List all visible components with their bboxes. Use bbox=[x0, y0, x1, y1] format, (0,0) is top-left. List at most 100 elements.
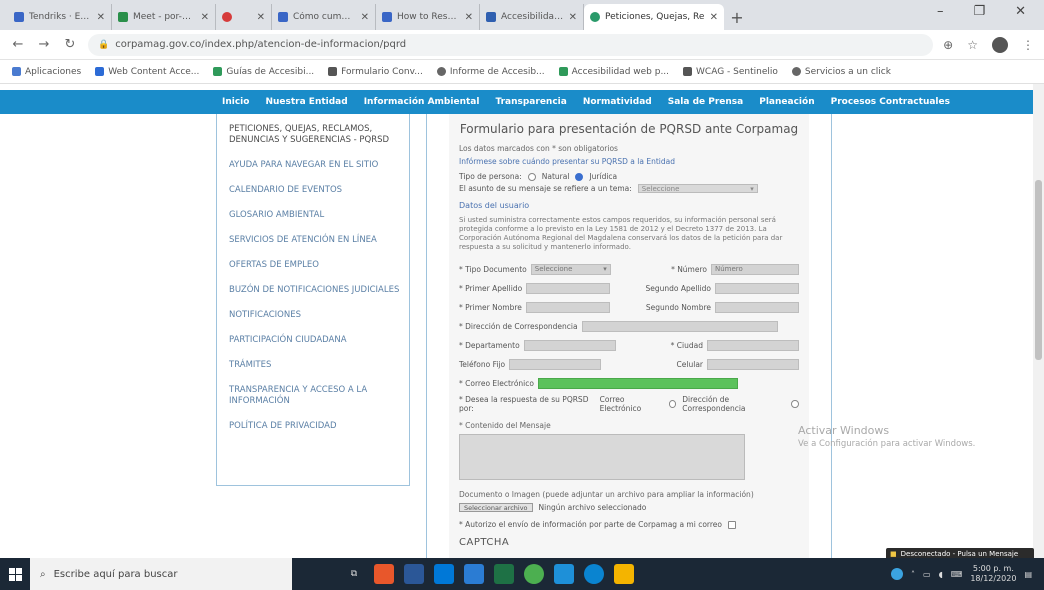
address-bar[interactable]: 🔒 corpamag.gov.co/index.php/atencion-de-… bbox=[88, 33, 934, 56]
close-icon[interactable]: ✕ bbox=[569, 12, 577, 23]
keyboard-icon[interactable]: ⌨ bbox=[951, 570, 963, 579]
nav-item[interactable]: Transparencia bbox=[495, 97, 566, 107]
new-tab-button[interactable]: + bbox=[724, 4, 750, 30]
sidebar-item[interactable]: Ofertas de empleo bbox=[229, 260, 401, 271]
department-select[interactable] bbox=[523, 339, 616, 351]
radio-email[interactable] bbox=[668, 400, 677, 408]
sidebar-item[interactable]: Política de privacidad bbox=[229, 421, 401, 432]
close-icon[interactable]: ✕ bbox=[257, 12, 265, 23]
consent-checkbox[interactable] bbox=[728, 520, 736, 529]
notifications-icon[interactable]: ▤ bbox=[1024, 570, 1032, 579]
message-textarea[interactable] bbox=[459, 434, 745, 480]
close-window-icon[interactable]: ✕ bbox=[1015, 4, 1026, 19]
first-name-input[interactable] bbox=[525, 301, 610, 313]
menu-kebab-icon[interactable]: ⋮ bbox=[1022, 38, 1034, 52]
first-surname-input[interactable] bbox=[526, 282, 611, 294]
people-icon[interactable] bbox=[891, 568, 903, 580]
bookmark-item[interactable]: Servicios a un click bbox=[791, 67, 891, 77]
email-input[interactable] bbox=[537, 377, 738, 389]
doc-number-input[interactable]: Número bbox=[711, 263, 799, 275]
page-scrollbar[interactable] bbox=[1033, 84, 1044, 558]
taskbar-clock[interactable]: 5:00 p. m. 18/12/2020 bbox=[970, 564, 1016, 584]
doc-type-select[interactable]: Seleccione ▾ bbox=[530, 263, 611, 275]
sidebar-item[interactable]: Ayuda para navegar en el sitio bbox=[229, 160, 401, 171]
radio-natural[interactable] bbox=[527, 172, 536, 181]
nav-item[interactable]: Normatividad bbox=[583, 97, 652, 107]
word-icon[interactable] bbox=[464, 564, 484, 584]
bookmark-item[interactable]: Aplicaciones bbox=[12, 67, 81, 77]
browser-tab[interactable]: Cómo cumplir con el ✕ bbox=[272, 4, 376, 30]
radio-juridica[interactable] bbox=[575, 172, 584, 181]
close-icon[interactable]: ✕ bbox=[361, 12, 369, 23]
browser-tab[interactable]: Meet - por-wasinj ✕ bbox=[112, 4, 216, 30]
nav-item[interactable]: Planeación bbox=[759, 97, 814, 107]
taskbar-search[interactable]: ⌕ Escribe aquí para buscar bbox=[30, 558, 292, 590]
browser-tab[interactable]: Tendriks · Expedientes ✕ bbox=[8, 4, 112, 30]
folder-icon[interactable] bbox=[614, 564, 634, 584]
mobile-input[interactable] bbox=[707, 358, 799, 370]
bookmark-item[interactable]: Guías de Accesibi... bbox=[213, 67, 314, 77]
browser-tab[interactable]: How to Reset NetS ✕ bbox=[376, 4, 480, 30]
topic-row: El asunto de su mensaje se refiere a un … bbox=[459, 184, 799, 193]
topic-select[interactable]: Seleccione ▾ bbox=[637, 184, 758, 193]
minimize-icon[interactable]: – bbox=[937, 4, 944, 19]
zoom-icon[interactable]: ⊕ bbox=[943, 38, 953, 52]
back-icon[interactable]: ← bbox=[10, 37, 26, 52]
second-surname-input[interactable] bbox=[715, 282, 799, 294]
sidebar-item[interactable]: Peticiones, quejas, reclamos, denuncias … bbox=[229, 124, 401, 146]
browser-tab-active[interactable]: Peticiones, Quejas, Re ✕ bbox=[584, 4, 724, 30]
chrome-icon[interactable] bbox=[524, 564, 544, 584]
nav-item[interactable]: Sala de Prensa bbox=[668, 97, 744, 107]
sidebar-item[interactable]: Glosario ambiental bbox=[229, 210, 401, 221]
sidebar-item[interactable]: Trámites bbox=[229, 360, 401, 371]
bookmark-item[interactable]: Formulario Conv... bbox=[328, 67, 423, 77]
file-explorer-icon[interactable] bbox=[404, 564, 424, 584]
nav-item[interactable]: Procesos Contractuales bbox=[831, 97, 950, 107]
profile-avatar[interactable] bbox=[992, 36, 1008, 53]
form-row: * Primer Apellido Segundo Apellido bbox=[459, 281, 799, 295]
city-select[interactable] bbox=[707, 339, 799, 351]
close-icon[interactable]: ✕ bbox=[465, 12, 473, 23]
volume-icon[interactable]: ◖ bbox=[939, 570, 943, 579]
chevron-up-icon[interactable]: ˄ bbox=[911, 570, 915, 579]
bookmark-item[interactable]: Web Content Acce... bbox=[95, 67, 199, 77]
start-button[interactable] bbox=[0, 558, 30, 590]
sidebar-item[interactable]: Calendario de eventos bbox=[229, 185, 401, 196]
close-icon[interactable]: ✕ bbox=[97, 12, 105, 23]
sidebar-item[interactable]: Servicios de atención en línea bbox=[229, 235, 401, 246]
radio-address[interactable] bbox=[791, 400, 799, 408]
sidebar-item[interactable]: Buzón de notificaciones judiciales bbox=[229, 285, 401, 296]
nav-item[interactable]: Nuestra Entidad bbox=[265, 97, 347, 107]
edge-icon[interactable] bbox=[554, 564, 574, 584]
phone-input[interactable] bbox=[509, 358, 602, 370]
task-view-icon[interactable]: ⧉ bbox=[344, 564, 364, 584]
reload-icon[interactable]: ↻ bbox=[62, 37, 78, 52]
store-icon[interactable] bbox=[434, 564, 454, 584]
forward-icon[interactable]: → bbox=[36, 37, 52, 52]
file-select-button[interactable]: Seleccionar archivo bbox=[459, 503, 533, 512]
sidebar-item[interactable]: Notificaciones bbox=[229, 310, 401, 321]
bookmark-item[interactable]: Accesibilidad web p... bbox=[558, 67, 669, 77]
sidebar-item[interactable]: Transparencia y acceso a la información bbox=[229, 385, 401, 407]
bookmark-item[interactable]: WCAG - Sentinelio bbox=[683, 67, 778, 77]
nav-item[interactable]: Inicio bbox=[222, 97, 249, 107]
sidebar-item[interactable]: Participación ciudadana bbox=[229, 335, 401, 346]
close-icon[interactable]: ✕ bbox=[201, 12, 209, 23]
bookmark-star-icon[interactable]: ☆ bbox=[967, 38, 978, 52]
captcha-heading: CAPTCHA bbox=[459, 537, 510, 548]
bookmark-item[interactable]: Informe de Accesib... bbox=[436, 67, 545, 77]
second-name-input[interactable] bbox=[715, 301, 799, 313]
help-link[interactable]: Infórmese sobre cuándo presentar su PQRS… bbox=[459, 157, 799, 166]
close-icon[interactable]: ✕ bbox=[710, 12, 718, 23]
network-icon[interactable]: ▭ bbox=[923, 570, 931, 579]
clock-time: 5:00 p. m. bbox=[972, 564, 1014, 573]
nav-item[interactable]: Información Ambiental bbox=[364, 97, 480, 107]
maximize-icon[interactable]: ❐ bbox=[973, 4, 985, 19]
browser-tab[interactable]: Accesibilidad Web ✕ bbox=[480, 4, 584, 30]
browser-tab[interactable]: ✕ bbox=[216, 4, 272, 30]
browser-icon[interactable] bbox=[584, 564, 604, 584]
app-icon[interactable] bbox=[374, 564, 394, 584]
scrollbar-thumb[interactable] bbox=[1035, 180, 1042, 360]
excel-icon[interactable] bbox=[494, 564, 514, 584]
address-input[interactable] bbox=[581, 320, 778, 332]
